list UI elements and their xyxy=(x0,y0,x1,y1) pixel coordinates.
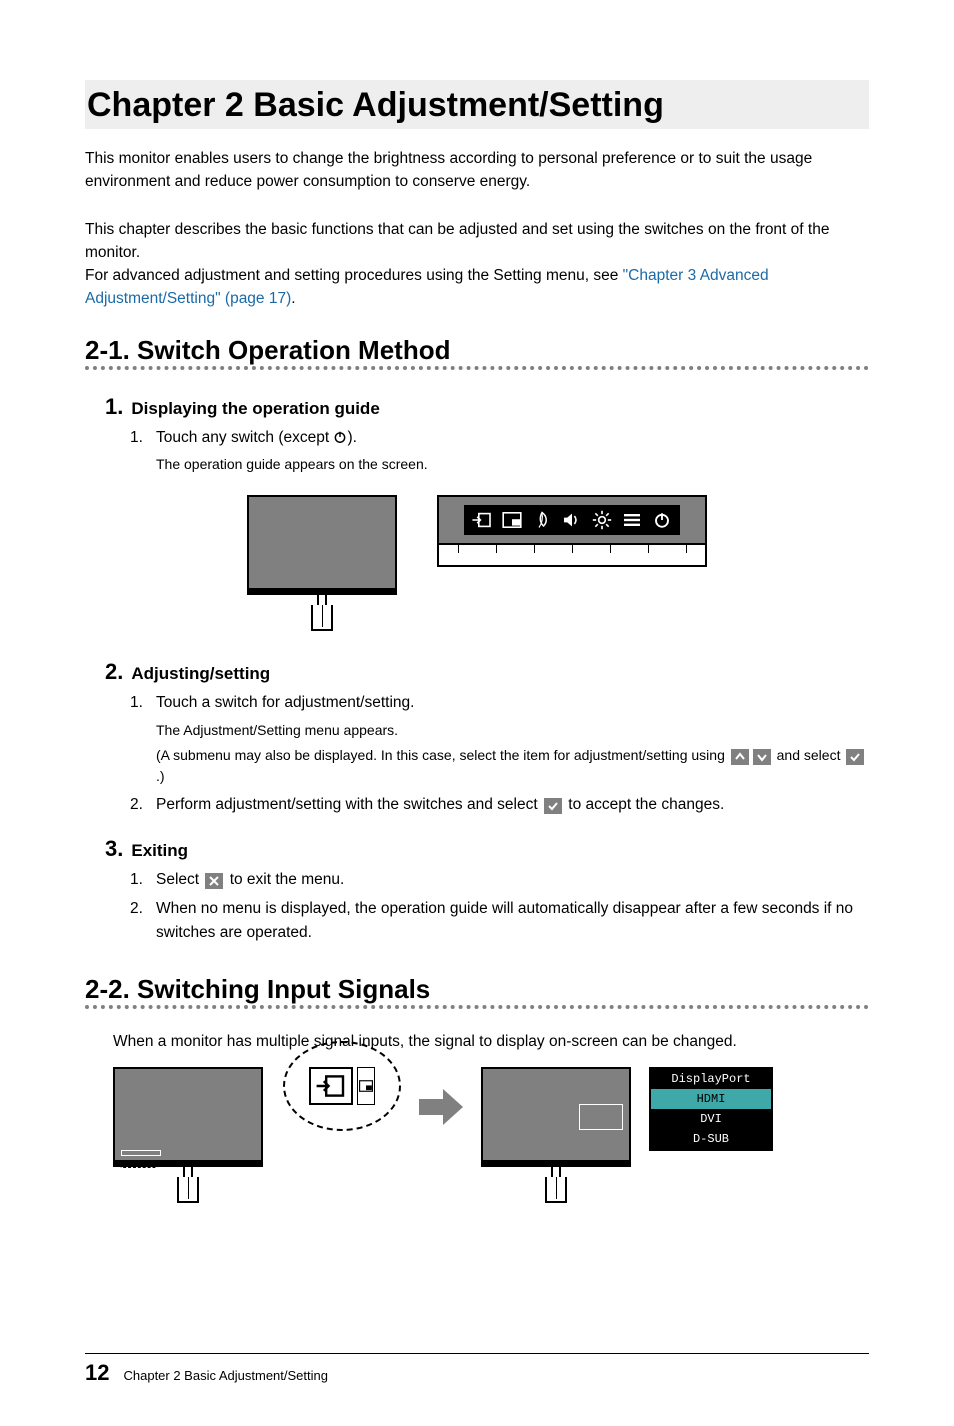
step-number-3: 3. xyxy=(105,836,123,862)
sub2-title: Adjusting/setting xyxy=(131,664,270,684)
pip-icon xyxy=(357,1067,375,1105)
sub2-s2-after: to accept the changes. xyxy=(564,796,724,813)
zoom-callout xyxy=(283,1041,401,1131)
intro-paragraph-2: This chapter describes the basic functio… xyxy=(85,218,869,311)
sub2-s2-n: 2. xyxy=(130,793,146,818)
sub2-s2-text: Perform adjustment/setting with the swit… xyxy=(156,793,724,818)
menu-icon xyxy=(618,508,646,532)
sub1-step1-text-before: Touch any switch (except xyxy=(156,429,333,446)
operation-guide-diagram xyxy=(85,495,869,631)
check-icon xyxy=(544,798,562,814)
power-icon xyxy=(648,508,676,532)
input-icon xyxy=(468,508,496,532)
close-icon xyxy=(205,873,223,889)
switching-input-diagram: DisplayPort HDMI DVI D-SUB xyxy=(113,1067,869,1203)
step-number-1: 1. xyxy=(105,394,123,420)
chapter-title: Chapter 2 Basic Adjustment/Setting xyxy=(85,80,869,129)
sub2-s2-before: Perform adjustment/setting with the swit… xyxy=(156,796,542,813)
input-icon xyxy=(309,1067,353,1105)
input-option-dsub: D-SUB xyxy=(651,1129,771,1149)
intro-p2-line1: This chapter describes the basic functio… xyxy=(85,221,829,261)
guide-strip-illustration xyxy=(437,495,707,567)
sub2-s1-subnote-mid: and select xyxy=(773,747,845,763)
intro-p2-prefix: For advanced adjustment and setting proc… xyxy=(85,267,623,284)
footer-text: Chapter 2 Basic Adjustment/Setting xyxy=(123,1368,328,1383)
sub3-s2-n: 2. xyxy=(130,897,146,947)
eco-icon xyxy=(528,508,556,532)
sub3-s2-text: When no menu is displayed, the operation… xyxy=(156,897,869,947)
section-2-2-intro: When a monitor has multiple signal input… xyxy=(113,1033,869,1051)
page-number: 12 xyxy=(85,1360,109,1386)
input-option-dvi: DVI xyxy=(651,1109,771,1129)
sub2-s1-note: The Adjustment/Setting menu appears. xyxy=(156,720,869,741)
sub1-title: Displaying the operation guide xyxy=(131,399,379,419)
sub3-s1-n: 1. xyxy=(130,868,146,893)
sub1-note: The operation guide appears on the scree… xyxy=(156,454,869,475)
sub2-s1-subnote-before: (A submenu may also be displayed. In thi… xyxy=(156,747,729,763)
monitor-illustration xyxy=(481,1067,631,1203)
sub3-s1-before: Select xyxy=(156,871,203,888)
section-2-2-heading: 2-2. Switching Input Signals xyxy=(85,974,869,1005)
sub2-s1-subnote-after: .) xyxy=(156,768,165,784)
sub2-s1-subnote: (A submenu may also be displayed. In thi… xyxy=(156,745,869,787)
input-option-displayport: DisplayPort xyxy=(651,1069,771,1089)
sub3-title: Exiting xyxy=(131,841,188,861)
sub2-s1-text: Touch a switch for adjustment/setting. xyxy=(156,691,414,716)
up-icon xyxy=(731,749,749,765)
section-2-1-heading: 2-1. Switch Operation Method xyxy=(85,335,869,366)
check-icon xyxy=(846,749,864,765)
input-option-hdmi: HDMI xyxy=(651,1089,771,1109)
sub3-s1-text: Select to exit the menu. xyxy=(156,868,344,893)
sub2-s1-n: 1. xyxy=(130,691,146,716)
brightness-icon xyxy=(588,508,616,532)
pip-icon xyxy=(498,508,526,532)
intro-paragraph-1: This monitor enables users to change the… xyxy=(85,147,869,194)
monitor-illustration xyxy=(113,1067,263,1203)
arrow-right-icon xyxy=(419,1087,463,1127)
sub1-step1-text: Touch any switch (except ). xyxy=(156,426,357,451)
guide-strip-icons xyxy=(464,505,680,535)
power-icon xyxy=(333,430,347,444)
down-icon xyxy=(753,749,771,765)
monitor-illustration xyxy=(247,495,397,631)
sub1-step1-text-after: ). xyxy=(347,429,356,446)
sub3-s1-after: to exit the menu. xyxy=(225,871,344,888)
step-number-2: 2. xyxy=(105,659,123,685)
sub1-step1-n: 1. xyxy=(130,426,146,451)
input-signal-menu: DisplayPort HDMI DVI D-SUB xyxy=(649,1067,773,1151)
volume-icon xyxy=(558,508,586,532)
intro-p2-suffix: . xyxy=(291,290,295,307)
